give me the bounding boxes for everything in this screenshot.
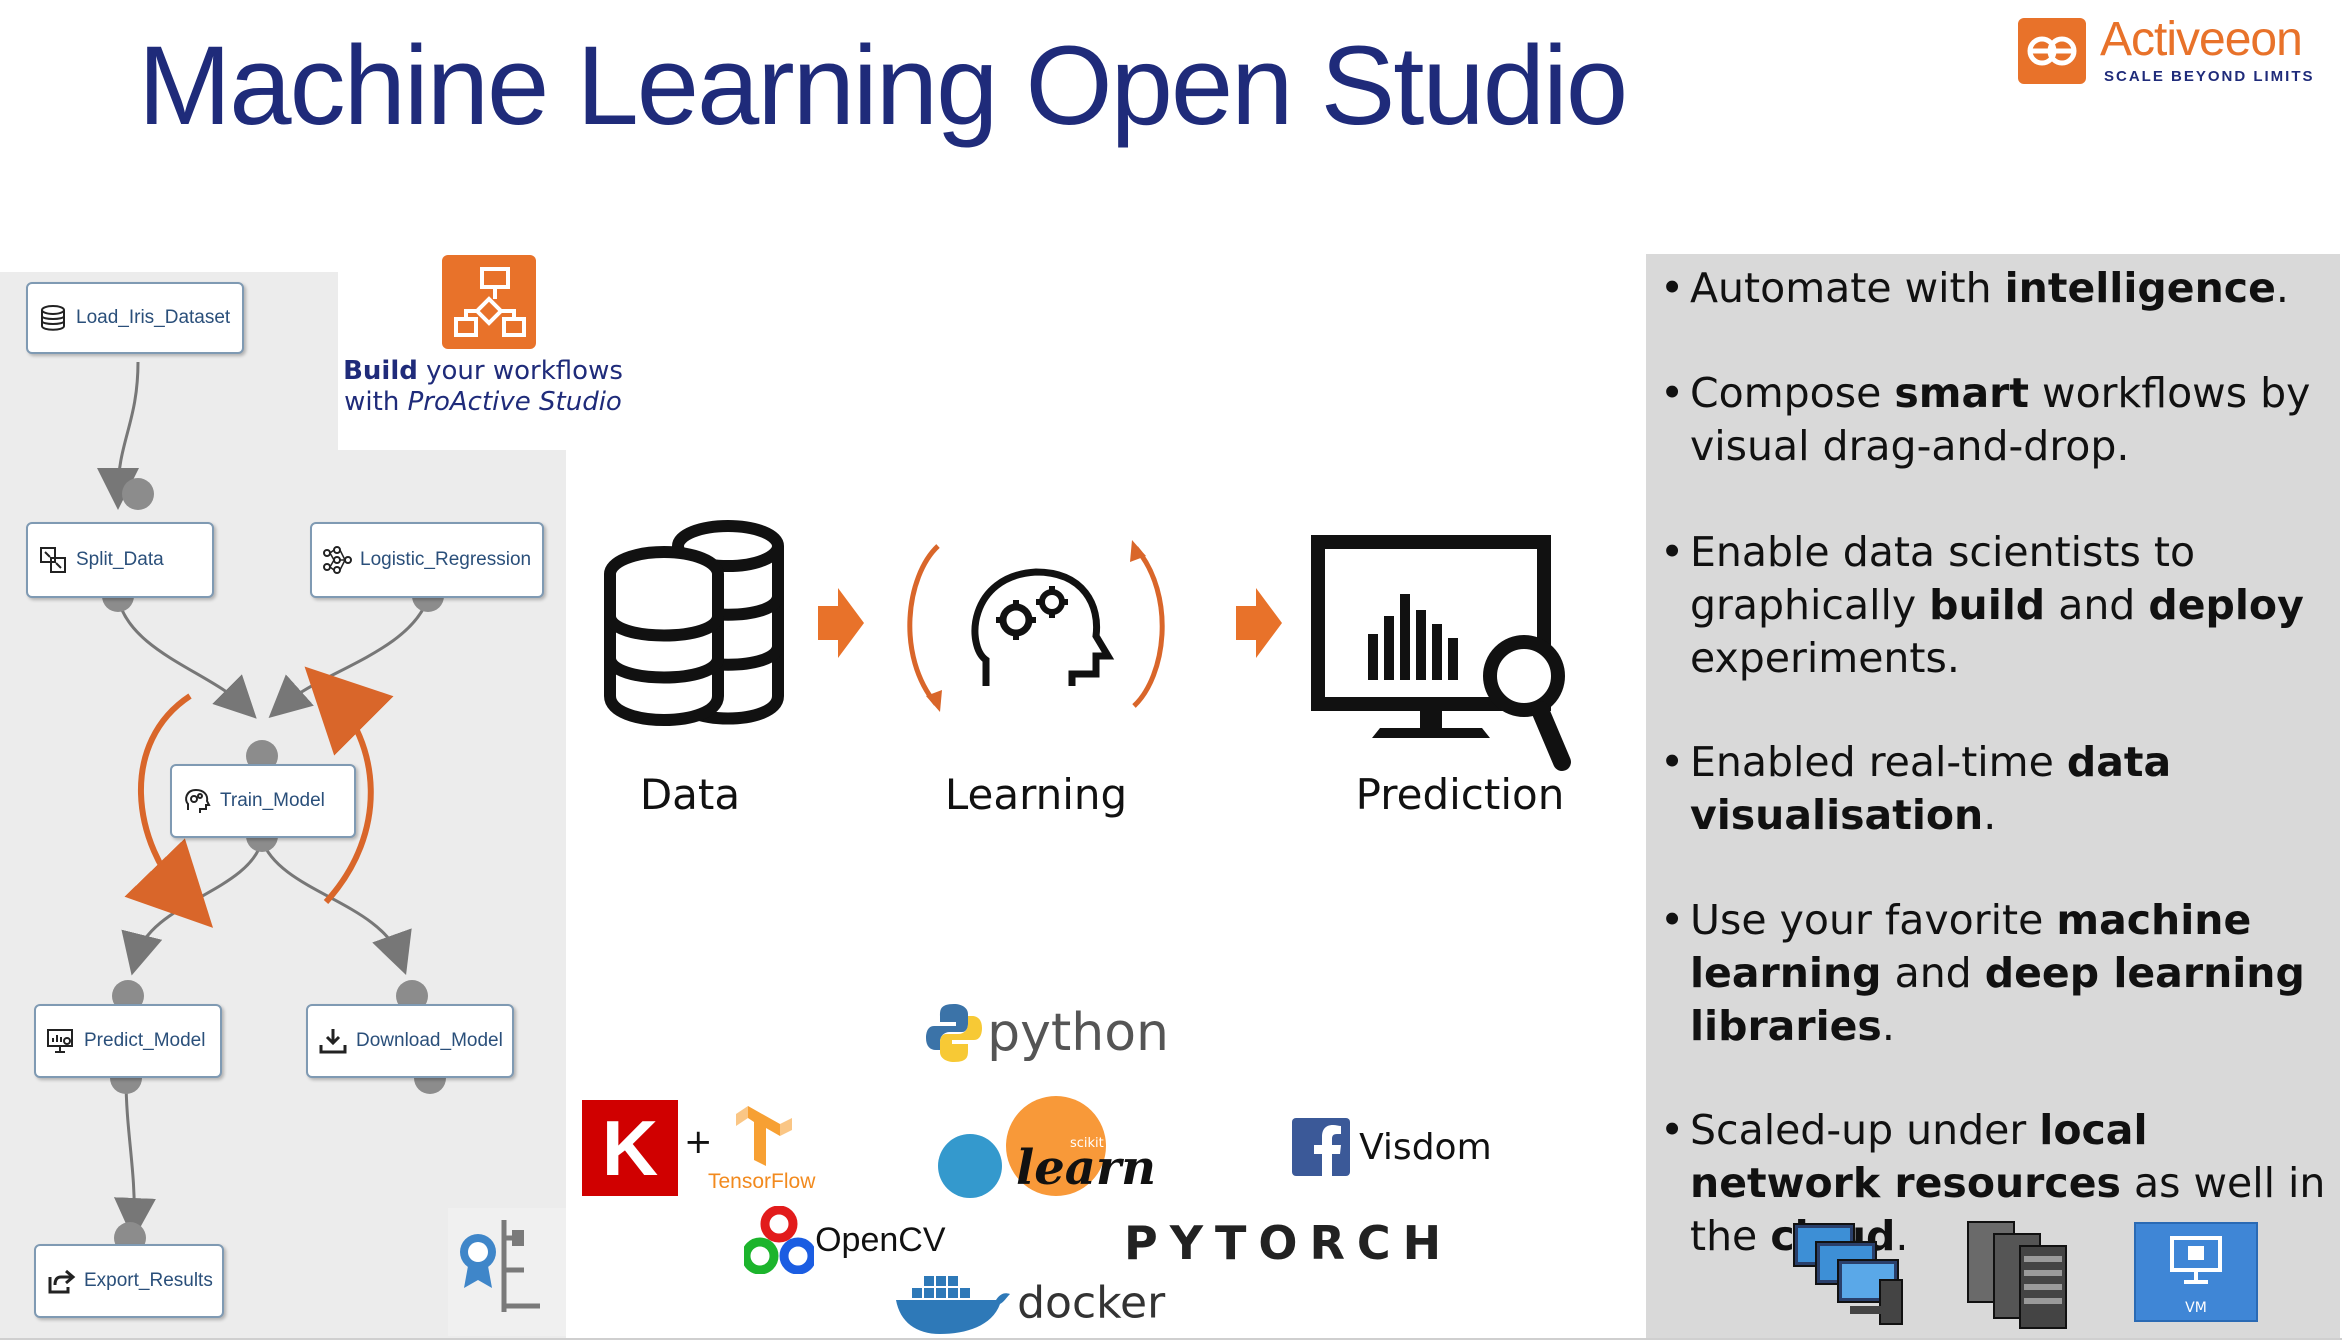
task-label: Download_Model (356, 1030, 503, 1051)
docker-logo: docker (892, 1270, 1165, 1336)
desktop-cluster-icon (1793, 1223, 1903, 1325)
task-predict-model[interactable]: Predict_Model (34, 1004, 222, 1078)
port-in-split[interactable] (122, 478, 154, 510)
visdom-label: Visdom (1359, 1126, 1492, 1168)
python-logo: python (926, 1002, 1169, 1064)
task-export-results[interactable]: Export_Results (34, 1244, 224, 1318)
task-label: Split_Data (76, 549, 164, 570)
task-load-iris-dataset[interactable]: Load_Iris_Dataset (26, 282, 244, 354)
stage-label-prediction: Prediction (1355, 770, 1565, 819)
facebook-icon (1292, 1118, 1350, 1176)
brain-gears-icon (185, 788, 211, 813)
tensorflow-label: TensorFlow (708, 1170, 816, 1193)
opencv-label: OpenCV (815, 1220, 946, 1259)
activeeon-logo-mark-icon (2018, 18, 2086, 84)
task-split-data[interactable]: Split_Data (26, 522, 214, 598)
certificate-tree-icon (448, 1208, 566, 1336)
task-label: Logistic_Regression (360, 549, 532, 570)
tensorflow-icon (736, 1106, 792, 1166)
tensorflow-logo: TensorFlow (708, 1100, 820, 1200)
task-logistic-regression[interactable]: Logistic_Regression (310, 522, 544, 598)
opencv-icon (741, 1205, 817, 1275)
docker-label: docker (1017, 1277, 1166, 1329)
sklearn-logo: scikit learn (936, 1096, 1156, 1202)
activeeon-logo: Activeeon SCALE BEYOND LIMITS (2018, 13, 2328, 90)
slide-title: Machine Learning Open Studio (138, 23, 1628, 148)
feature-item: • Use your favorite machine learning and… (1660, 896, 2305, 1050)
arrow-right-icon (818, 588, 864, 658)
keras-logo: K (582, 1100, 678, 1196)
feature-item: • Automate with intelligence. (1660, 264, 2289, 312)
pytorch-label: PYTORCH (1124, 1216, 1454, 1270)
task-label: Train_Model (220, 790, 325, 811)
data-stage-icon (604, 520, 784, 726)
learning-stage-icon (907, 540, 1165, 712)
feature-item: • Enabled real-time data visualisation. (1660, 738, 2172, 839)
feature-item: • Enable data scientists to graphically … (1660, 528, 2304, 682)
monitor-chart-icon (47, 1029, 73, 1053)
python-label: python (987, 1003, 1169, 1063)
task-train-model[interactable]: Train_Model (170, 764, 356, 838)
python-icon (926, 1004, 982, 1062)
server-rack-icon (1967, 1221, 2067, 1329)
network-icon (323, 546, 352, 574)
task-download-model[interactable]: Download_Model (306, 1004, 514, 1078)
task-label: Load_Iris_Dataset (76, 307, 231, 328)
stage-label-data: Data (639, 770, 741, 819)
export-icon (48, 1269, 76, 1294)
arrow-right-icon (1236, 588, 1282, 658)
vm-monitor-icon (2170, 1236, 2222, 1284)
task-label: Export_Results (84, 1270, 213, 1291)
keras-letter: K (601, 1104, 659, 1192)
docker-whale-icon (896, 1276, 1010, 1334)
opencv-logo: OpenCV (741, 1205, 946, 1275)
sklearn-label: learn (1016, 1140, 1157, 1196)
vm-icon: VM (2134, 1222, 2258, 1322)
prediction-stage-icon (1311, 535, 1571, 771)
download-icon (319, 1029, 347, 1054)
task-label: Predict_Model (84, 1030, 206, 1051)
stage-label-learning: Learning (944, 770, 1128, 819)
brand-tagline: SCALE BEYOND LIMITS (2104, 68, 2315, 85)
brand-name: Activeeon (2100, 13, 2303, 66)
database-icon (41, 305, 65, 331)
visdom-logo: Visdom (1292, 1118, 1492, 1176)
split-icon (40, 547, 66, 573)
vm-label: VM (2185, 1300, 2207, 1316)
feature-item: • Compose smart workflows by visual drag… (1660, 369, 2311, 470)
